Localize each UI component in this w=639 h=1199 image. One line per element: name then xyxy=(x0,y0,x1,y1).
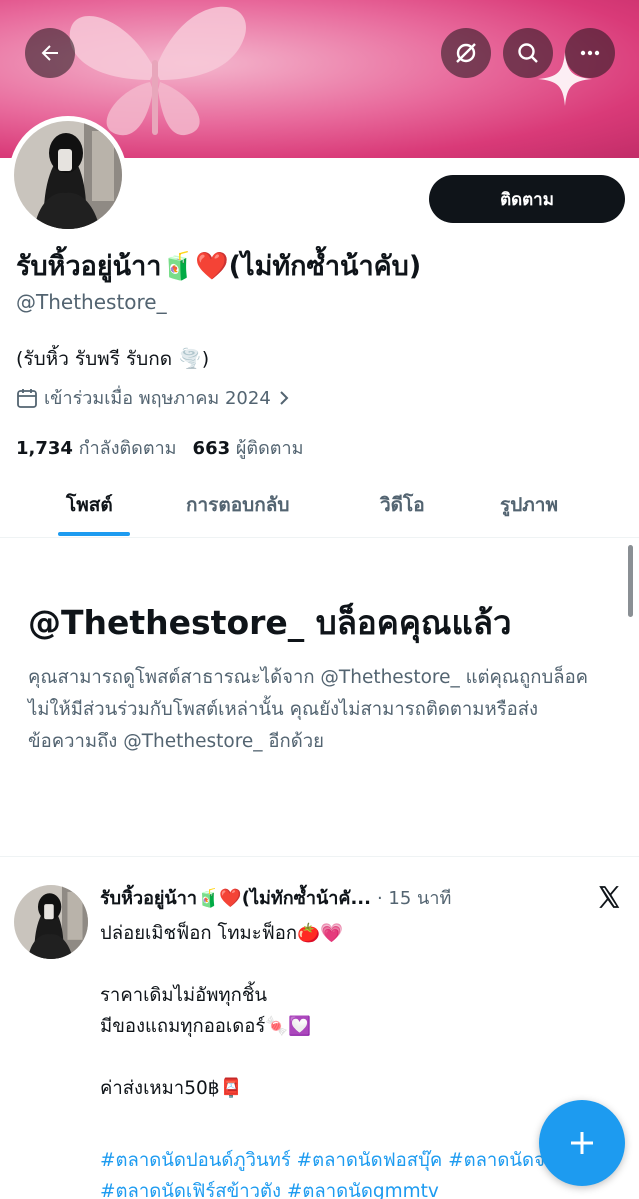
bio-text: (รับหิ้ว รับพรี รับกด 🌪️) xyxy=(16,348,210,370)
profile-tabs: โพสต์ การตอบกลับ วิดีโอ รูปภาพ xyxy=(0,470,639,538)
blocked-title: @Thethestore_ บล็อคคุณแล้ว xyxy=(28,603,512,642)
search-icon xyxy=(518,43,538,63)
tab-photos[interactable]: รูปภาพ xyxy=(500,490,558,520)
post-timestamp[interactable]: · 15 นาที xyxy=(377,883,451,912)
following-count: 1,734 xyxy=(16,438,73,459)
post-line-gap xyxy=(100,949,620,980)
back-button[interactable] xyxy=(25,28,75,78)
followers-label: ผู้ติดตาม xyxy=(235,438,304,459)
tab-posts[interactable]: โพสต์ xyxy=(66,490,113,520)
search-button[interactable] xyxy=(503,28,553,78)
post-line: ปล่อยเมิชฟ็อก โทมะฟ็อก🍅💗 xyxy=(100,923,344,944)
more-button[interactable] xyxy=(565,28,615,78)
chevron-right-icon xyxy=(280,390,289,405)
blocked-description: คุณสามารถดูโพสต์สาธารณะได้จาก @Thethesto… xyxy=(28,667,589,752)
more-dots-icon xyxy=(580,50,600,56)
active-tab-indicator xyxy=(58,532,130,536)
tab-videos[interactable]: วิดีโอ xyxy=(380,490,425,520)
profile-avatar[interactable] xyxy=(9,116,127,234)
username: @Thethestore_ xyxy=(16,290,167,314)
post-author-avatar[interactable] xyxy=(14,885,88,959)
post-author-name[interactable]: รับหิ้วอยู่น้าา🧃❤️(ไม่ทักซ้ำน้าคั... xyxy=(100,883,371,912)
post-line: มีของแถมทุกออเดอร์🍬💟 xyxy=(100,1016,312,1037)
x-logo-icon xyxy=(599,886,620,908)
display-name: รับหิ้วอยู่น้าา🧃❤️(ไม่ทักซ้ำน้าคับ) xyxy=(16,251,422,282)
post-line: ราคาเดิมไม่อัพทุกชิ้น xyxy=(100,985,268,1006)
post-line: ค่าส่งเหมา50฿📮 xyxy=(100,1078,243,1099)
followers-count: 663 xyxy=(192,438,231,459)
avatar-photo xyxy=(14,121,122,229)
join-date-text: เข้าร่วมเมื่อ พฤษภาคม 2024 xyxy=(44,388,271,409)
followers-link[interactable]: 663 ผู้ติดตาม xyxy=(193,433,304,462)
follow-button[interactable]: ติดตาม xyxy=(429,175,625,223)
tab-replies[interactable]: การตอบกลับ xyxy=(186,490,289,520)
following-label: กำลังติดตาม xyxy=(78,438,177,459)
compose-post-button[interactable] xyxy=(539,1100,625,1186)
post-line-gap xyxy=(100,1042,620,1073)
arrow-left-icon xyxy=(41,45,58,61)
calendar-icon xyxy=(17,388,37,408)
join-date-row[interactable]: เข้าร่วมเมื่อ พฤษภาคม 2024 xyxy=(16,383,291,412)
slashed-circle-icon xyxy=(456,43,476,63)
scrollbar[interactable] xyxy=(628,545,633,617)
divider xyxy=(0,856,639,857)
following-link[interactable]: 1,734 กำลังติดตาม xyxy=(16,433,177,462)
follow-stats: 1,734 กำลังติดตาม 663 ผู้ติดตาม xyxy=(16,433,303,462)
post-body: ปล่อยเมิชฟ็อก โทมะฟ็อก🍅💗 ราคาเดิมไม่อัพท… xyxy=(100,918,620,1104)
translate-button[interactable] xyxy=(441,28,491,78)
plus-icon xyxy=(571,1132,593,1154)
post-header: รับหิ้วอยู่น้าา🧃❤️(ไม่ทักซ้ำน้าคั... · 1… xyxy=(100,883,451,912)
